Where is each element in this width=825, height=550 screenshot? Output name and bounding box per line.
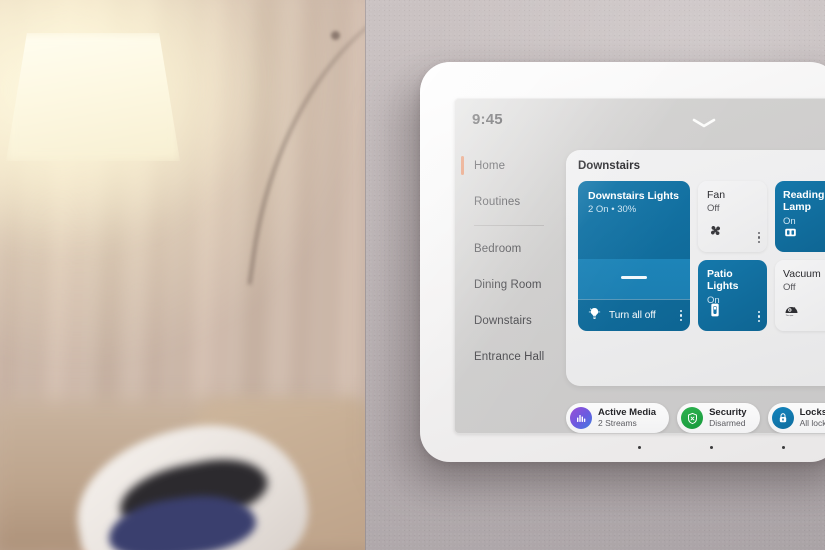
- status-pill-active-media[interactable]: Active Media 2 Streams: [566, 403, 670, 433]
- sidebar: Home Routines Bedroom Dining Room Downst…: [454, 144, 564, 434]
- sidebar-item-entrance-hall[interactable]: Entrance Hall: [454, 339, 564, 375]
- card-fan[interactable]: Fan Off: [698, 181, 767, 252]
- card-title: Vacuum: [783, 268, 821, 280]
- fan-icon: [707, 222, 724, 244]
- brightness-slider[interactable]: [578, 259, 690, 299]
- status-pill-title: Locks: [799, 406, 825, 418]
- status-pill-subtitle: All locked: [799, 417, 825, 428]
- lamp-pole-joint: [331, 31, 340, 40]
- kebab-menu-icon[interactable]: [757, 231, 760, 243]
- chevron-down-icon[interactable]: [691, 118, 717, 128]
- light-switch-icon: [707, 302, 723, 323]
- display-screen: 9:45 Home Routines Bedroom Dining Room D…: [454, 98, 825, 434]
- status-pill-subtitle: 2 Streams: [598, 417, 637, 428]
- status-pill-subtitle: Disarmed: [709, 417, 746, 428]
- card-subtitle: Off: [783, 282, 796, 294]
- screenshot-stage: 9:45 Home Routines Bedroom Dining Room D…: [0, 0, 825, 550]
- sidebar-item-routines[interactable]: Routines: [454, 184, 564, 220]
- device-card-grid: Downstairs Lights 2 On • 30% Turn all of…: [578, 181, 825, 331]
- card-title: Reading Lamp: [783, 189, 825, 214]
- card-downstairs-lights[interactable]: Downstairs Lights 2 On • 30% Turn all of…: [578, 181, 690, 331]
- sidebar-item-label: Routines: [474, 196, 521, 208]
- room-photo: [0, 0, 365, 550]
- equalizer-icon: [570, 407, 592, 429]
- turn-all-off-row[interactable]: Turn all off: [578, 300, 690, 331]
- card-title: Patio Lights: [707, 268, 739, 293]
- room-panel: Downstairs Downstairs Lights 2 On • 30%: [566, 150, 825, 386]
- page-title: Downstairs: [578, 160, 640, 172]
- sidebar-item-downstairs[interactable]: Downstairs: [454, 303, 564, 339]
- clock: 9:45: [472, 111, 503, 128]
- sidebar-item-label: Downstairs: [474, 315, 532, 327]
- lamp-panel-icon: [783, 225, 798, 245]
- microphone-hole-icon: [710, 446, 713, 449]
- card-reading-lamp[interactable]: Reading Lamp On: [775, 181, 825, 252]
- lightbulb-icon: [587, 306, 602, 326]
- microphone-hole-icon: [782, 446, 785, 449]
- sidebar-item-bedroom[interactable]: Bedroom: [454, 231, 564, 267]
- kebab-menu-icon[interactable]: [757, 310, 760, 322]
- card-vacuum[interactable]: Vacuum Off: [775, 260, 825, 331]
- card-title: Fan: [707, 189, 726, 201]
- padlock-icon: [771, 407, 794, 429]
- card-patio-lights[interactable]: Patio Lights On: [698, 260, 767, 331]
- robot-vacuum-icon: [783, 302, 800, 324]
- sidebar-item-label: Bedroom: [474, 243, 522, 255]
- sidebar-item-label: Home: [474, 160, 506, 172]
- sidebar-item-dining-room[interactable]: Dining Room: [454, 267, 564, 303]
- lampshade: [6, 33, 180, 161]
- card-subtitle: Off: [707, 203, 720, 215]
- sidebar-item-home[interactable]: Home: [454, 148, 564, 184]
- sidebar-item-label: Entrance Hall: [474, 351, 545, 363]
- status-pill-security[interactable]: Security Disarmed: [677, 403, 760, 433]
- status-pill-locks[interactable]: Locks All locked: [767, 403, 825, 433]
- status-pill-title: Active Media: [598, 406, 657, 418]
- sidebar-divider: [474, 225, 544, 226]
- card-column-right: Reading Lamp On Vacuum Off: [775, 181, 825, 331]
- sidebar-item-label: Dining Room: [474, 279, 542, 291]
- card-column-middle: Fan Off Patio Lights On: [698, 181, 767, 331]
- panel-divider: [365, 0, 366, 550]
- status-pill-bar: Active Media 2 Streams Security Disarmed: [566, 398, 825, 434]
- kebab-menu-icon[interactable]: [679, 309, 682, 322]
- card-title: Downstairs Lights: [588, 190, 680, 202]
- slider-handle[interactable]: [621, 276, 647, 279]
- status-pill-title: Security: [709, 406, 747, 418]
- turn-all-off-label: Turn all off: [609, 310, 656, 321]
- card-subtitle: 2 On • 30%: [588, 204, 637, 216]
- screen-topbar: 9:45: [454, 98, 825, 144]
- shield-x-icon: [681, 407, 704, 429]
- smart-display-device: 9:45 Home Routines Bedroom Dining Room D…: [420, 62, 825, 462]
- microphone-hole-icon: [638, 446, 641, 449]
